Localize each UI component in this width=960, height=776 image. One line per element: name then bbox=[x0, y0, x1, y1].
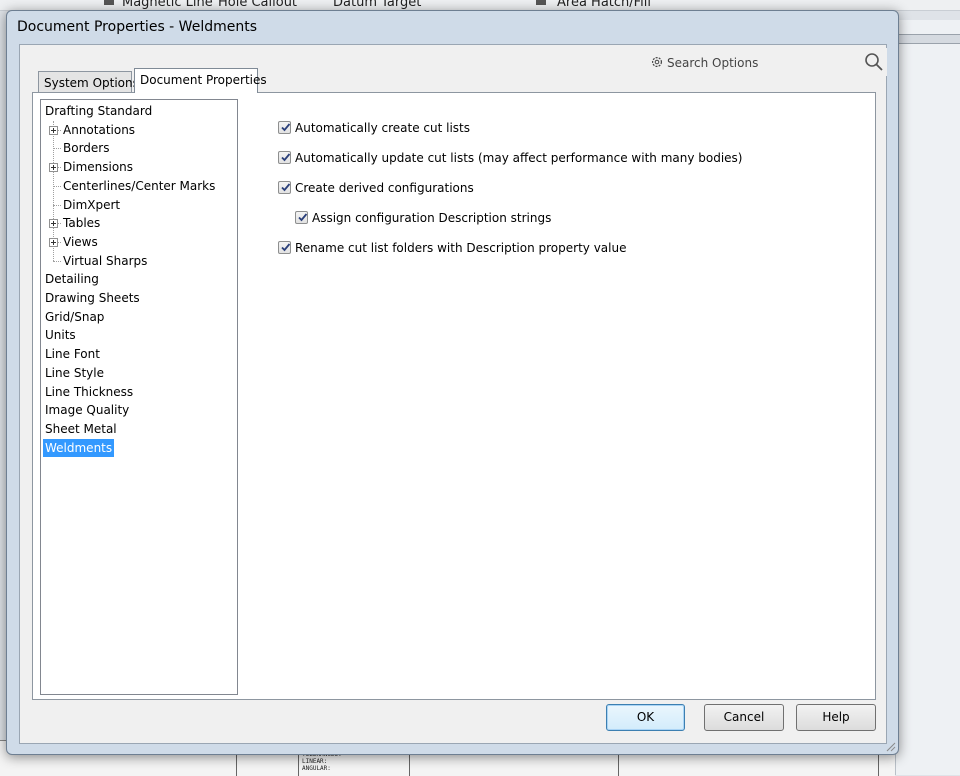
tree-connector bbox=[53, 204, 61, 206]
document-properties-dialog: Document Properties - Weldments System O… bbox=[6, 10, 899, 755]
tree-item[interactable]: Tables bbox=[61, 214, 102, 232]
search-box[interactable] bbox=[644, 48, 887, 76]
magnetic-line-icon bbox=[104, 0, 114, 5]
dialog-title-bar[interactable]: Document Properties - Weldments bbox=[7, 11, 898, 41]
tree-item[interactable]: Weldments bbox=[43, 438, 115, 457]
tree-item[interactable]: Line Font bbox=[43, 345, 102, 363]
tree-item[interactable]: Drawing Sheets bbox=[43, 289, 142, 307]
expand-plus-icon[interactable] bbox=[49, 163, 58, 173]
cancel-button[interactable]: Cancel bbox=[704, 704, 784, 731]
tree-item[interactable]: Image Quality bbox=[43, 401, 131, 419]
tab-system-options[interactable]: System Options bbox=[38, 71, 139, 92]
option-label: Create derived configurations bbox=[295, 181, 474, 195]
search-input[interactable] bbox=[667, 54, 857, 72]
tree-item[interactable]: DimXpert bbox=[61, 196, 122, 214]
sheet-note-line: ANGULAR: bbox=[302, 765, 331, 772]
tree-item[interactable]: Views bbox=[61, 233, 100, 251]
option-label: Rename cut list folders with Description… bbox=[295, 241, 627, 255]
tree-item[interactable]: Grid/Snap bbox=[43, 308, 106, 326]
resize-grip-icon[interactable] bbox=[884, 740, 896, 752]
options-tree[interactable]: Drafting Standard Annotations Borders Dimen… bbox=[40, 99, 238, 695]
option-checkbox[interactable] bbox=[278, 121, 291, 134]
tree-item[interactable]: Sheet Metal bbox=[43, 420, 119, 438]
tree-connector bbox=[53, 148, 61, 150]
option-checkbox[interactable] bbox=[295, 211, 308, 224]
toolbar-magnetic-line[interactable]: Magnetic Line bbox=[122, 0, 213, 10]
tab-document-properties[interactable]: Document Properties bbox=[134, 68, 267, 93]
toolbar-hole-callout[interactable]: Hole Callout bbox=[218, 0, 297, 10]
dialog-client-area: System Options Document Properties Draft… bbox=[19, 44, 887, 744]
search-icon[interactable] bbox=[864, 52, 884, 72]
option-checkbox[interactable] bbox=[278, 151, 291, 164]
expand-plus-icon[interactable] bbox=[49, 237, 58, 247]
toolbar-datum-target[interactable]: Datum Target bbox=[333, 0, 421, 10]
app-side-panel bbox=[895, 20, 960, 775]
option-label: Automatically create cut lists bbox=[295, 121, 470, 135]
tree-connector bbox=[53, 185, 61, 187]
tree-item[interactable]: Centerlines/Center Marks bbox=[61, 177, 217, 195]
tree-item[interactable]: Units bbox=[43, 326, 78, 344]
option-checkbox[interactable] bbox=[278, 241, 291, 254]
dialog-title: Document Properties - Weldments bbox=[17, 19, 258, 35]
tab-panel: Drafting Standard Annotations Borders Dimen… bbox=[32, 92, 876, 700]
sheet-note-line: LINEAR: bbox=[302, 758, 328, 765]
gear-icon bbox=[651, 56, 663, 68]
app-side-strip bbox=[896, 34, 960, 44]
ok-button[interactable]: OK bbox=[606, 704, 685, 731]
tree-item[interactable]: Virtual Sharps bbox=[61, 252, 149, 270]
tree-connector bbox=[53, 260, 61, 262]
help-button[interactable]: Help bbox=[796, 704, 876, 731]
area-hatch-icon bbox=[536, 0, 546, 5]
option-label: Automatically update cut lists (may affe… bbox=[295, 151, 743, 165]
expand-plus-icon[interactable] bbox=[49, 219, 58, 229]
tree-item[interactable]: Line Style bbox=[43, 364, 106, 382]
tree-item[interactable]: Annotations bbox=[61, 121, 137, 139]
tree-item[interactable]: Drafting Standard bbox=[43, 102, 154, 120]
expand-plus-icon[interactable] bbox=[49, 125, 58, 135]
toolbar-area-hatch[interactable]: Area Hatch/Fill bbox=[557, 0, 651, 10]
tree-item[interactable]: Dimensions bbox=[61, 158, 135, 176]
tree-item[interactable]: Line Thickness bbox=[43, 383, 135, 401]
tree-item[interactable]: Detailing bbox=[43, 270, 101, 288]
tree-item[interactable]: Borders bbox=[61, 139, 111, 157]
option-checkbox[interactable] bbox=[278, 181, 291, 194]
option-label: Assign configuration Description strings bbox=[312, 211, 552, 225]
